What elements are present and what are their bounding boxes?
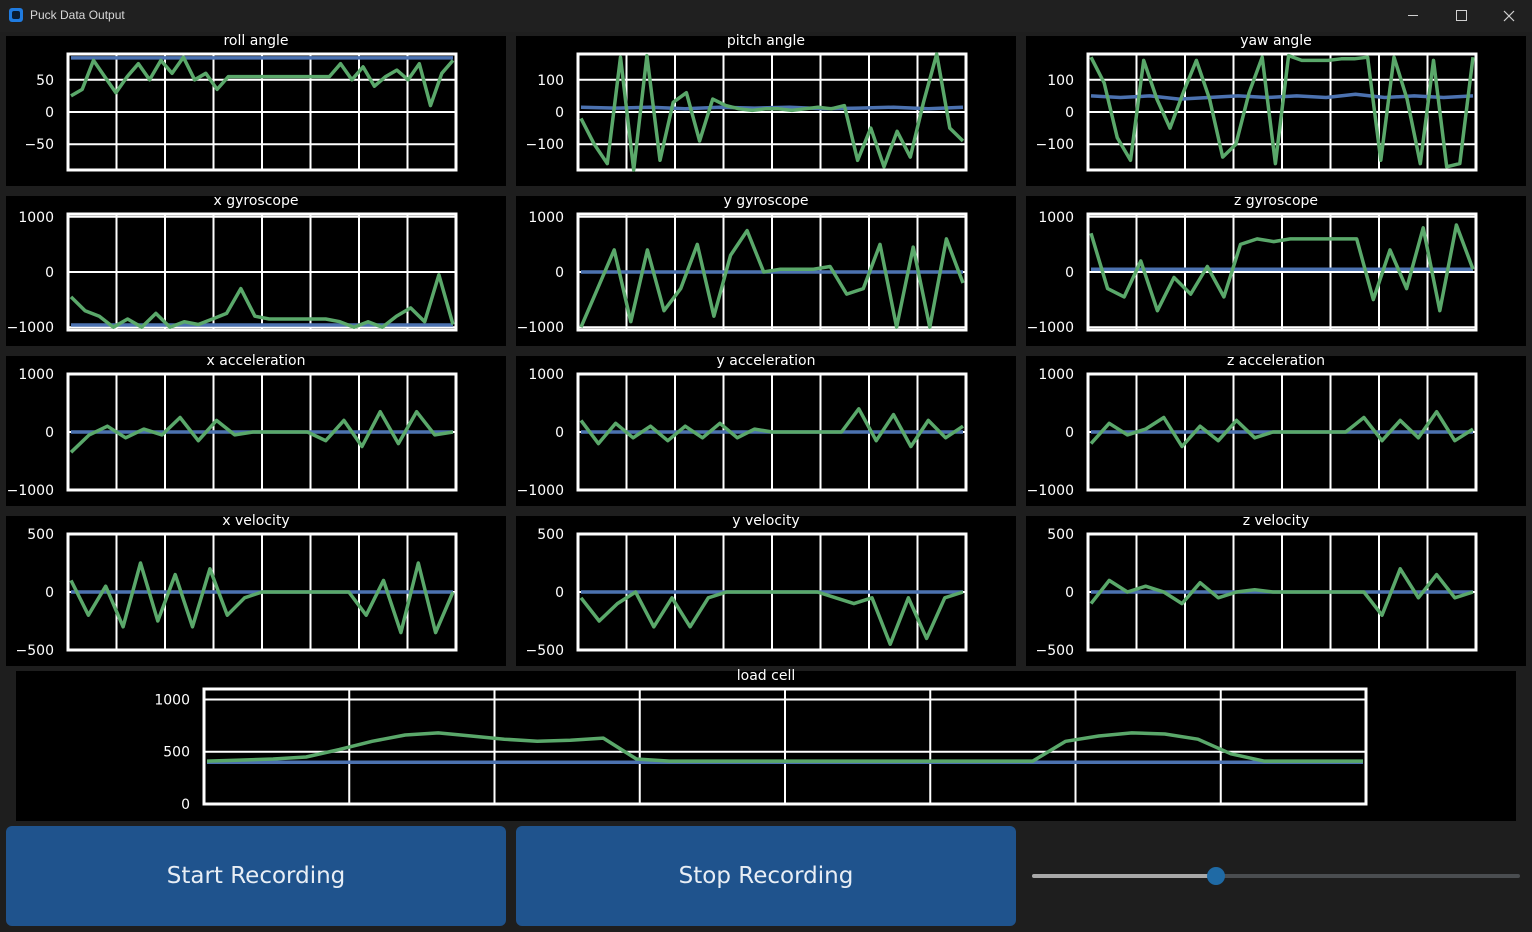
chart-svg: 100 0 −100 xyxy=(1036,52,1478,172)
z-velocity-chart: 500 0 −500 z velocity xyxy=(1026,513,1526,666)
y-tick-label: −500 xyxy=(16,643,54,659)
y-tick-label: 0 xyxy=(45,425,54,441)
chart-title: y acceleration xyxy=(716,353,816,369)
z-acceleration-chart: 1000 0 −1000 z acceleration xyxy=(1026,353,1526,506)
y-tick-label: 0 xyxy=(1065,425,1074,441)
y-tick-label: 0 xyxy=(1065,585,1074,601)
y-tick-label: −1000 xyxy=(1027,320,1074,336)
y-tick-label: 0 xyxy=(45,585,54,601)
y-tick-label: −1000 xyxy=(517,320,564,336)
y-tick-label: 0 xyxy=(1065,265,1074,281)
y-tick-label: 0 xyxy=(555,105,564,121)
chart-svg: 10000−1000 xyxy=(517,367,968,499)
slider-track[interactable] xyxy=(1216,874,1520,878)
y-tick-label: −1000 xyxy=(7,483,54,499)
chart-title: y velocity xyxy=(732,513,800,529)
y-tick-label: 1000 xyxy=(528,210,564,226)
chart-svg: 5000−500 xyxy=(1036,527,1478,659)
y-tick-label: −100 xyxy=(526,137,564,153)
z-gyroscope-chart: 1000 0 −1000 z gyroscope xyxy=(1026,193,1526,346)
y-tick-label: −1000 xyxy=(1027,483,1074,499)
slider-track-filled[interactable] xyxy=(1032,874,1216,878)
y-tick-label: 50 xyxy=(36,73,54,89)
y-tick-label: −1000 xyxy=(517,483,564,499)
title-bar[interactable]: Puck Data Output xyxy=(0,0,1532,32)
y-acceleration-chart: 1000 0 −1000 y acceleration xyxy=(516,353,1016,506)
chart-svg: 1000 0 −1000 xyxy=(7,210,458,336)
y-tick-label: 0 xyxy=(555,425,564,441)
chart-svg: 10000−1000 xyxy=(1027,367,1478,499)
y-tick-label: 500 xyxy=(163,745,190,761)
y-tick-label: −100 xyxy=(1036,137,1074,153)
y-tick-label: 0 xyxy=(45,105,54,121)
y-tick-label: 100 xyxy=(537,73,564,89)
chart-svg: 1000 0 −1000 xyxy=(1027,210,1478,336)
y-tick-label: 1000 xyxy=(18,210,54,226)
chart-svg: 100 0 −100 xyxy=(526,52,968,172)
y-tick-label: 0 xyxy=(1065,105,1074,121)
chart-title: load cell xyxy=(736,668,796,684)
y-velocity-chart: 500 0 −500 y velocity xyxy=(516,513,1016,666)
y-tick-label: 0 xyxy=(555,265,564,281)
stop-recording-button[interactable]: Stop Recording xyxy=(516,826,1016,926)
minimize-button[interactable] xyxy=(1390,0,1436,32)
x-gyroscope-chart: 1000 0 −1000 x gyroscope xyxy=(6,193,506,346)
pitch-angle-chart: 100 0 −100 pitch angle xyxy=(516,33,1016,186)
chart-svg: 5000−500 xyxy=(16,527,458,659)
chart-title: pitch angle xyxy=(726,33,806,49)
x-velocity-chart: 500 0 −500 x velocity xyxy=(6,513,506,666)
app-icon xyxy=(9,8,23,22)
y-tick-label: 100 xyxy=(1047,73,1074,89)
close-button[interactable] xyxy=(1486,0,1532,32)
y-tick-label: 0 xyxy=(45,265,54,281)
chart-title: x acceleration xyxy=(206,353,306,369)
chart-title: x gyroscope xyxy=(213,193,299,209)
start-recording-button[interactable]: Start Recording xyxy=(6,826,506,926)
chart-title: roll angle xyxy=(223,33,289,49)
y-tick-label: −500 xyxy=(1036,643,1074,659)
chart-title: yaw angle xyxy=(1240,33,1312,49)
y-tick-label: 1000 xyxy=(154,692,190,708)
y-tick-label: −50 xyxy=(24,137,54,153)
chart-title: z velocity xyxy=(1242,513,1310,529)
y-tick-label: 0 xyxy=(181,797,190,813)
chart-title: x velocity xyxy=(222,513,290,529)
slider-thumb[interactable] xyxy=(1207,867,1225,885)
chart-svg: 1000 500 0 xyxy=(154,687,1368,813)
y-tick-label: −500 xyxy=(526,643,564,659)
yaw-angle-chart: 100 0 −100 yaw angle xyxy=(1026,33,1526,186)
chart-title: z gyroscope xyxy=(1233,193,1319,209)
y-tick-label: −1000 xyxy=(7,320,54,336)
chart-svg: 50 0 −50 xyxy=(24,52,458,172)
chart-title: y gyroscope xyxy=(723,193,809,209)
y-gyroscope-chart: 1000 0 −1000 y gyroscope xyxy=(516,193,1016,346)
maximize-button[interactable] xyxy=(1438,0,1484,32)
y-tick-label: 1000 xyxy=(1038,210,1074,226)
chart-svg: 10000−1000 xyxy=(7,367,458,499)
chart-svg: 5000−500 xyxy=(526,527,968,659)
y-tick-label: 0 xyxy=(555,585,564,601)
x-acceleration-chart: 1000 0 −1000 x acceleration xyxy=(6,353,506,506)
window-title: Puck Data Output xyxy=(30,8,125,22)
chart-svg: 1000 0 −1000 xyxy=(517,210,968,336)
roll-angle-chart: 50 0 −50 roll angle xyxy=(6,33,506,186)
chart-title: z acceleration xyxy=(1226,353,1326,369)
close-icon xyxy=(1503,10,1515,22)
load-cell-chart: 1000 500 0 load cell xyxy=(16,668,1516,821)
